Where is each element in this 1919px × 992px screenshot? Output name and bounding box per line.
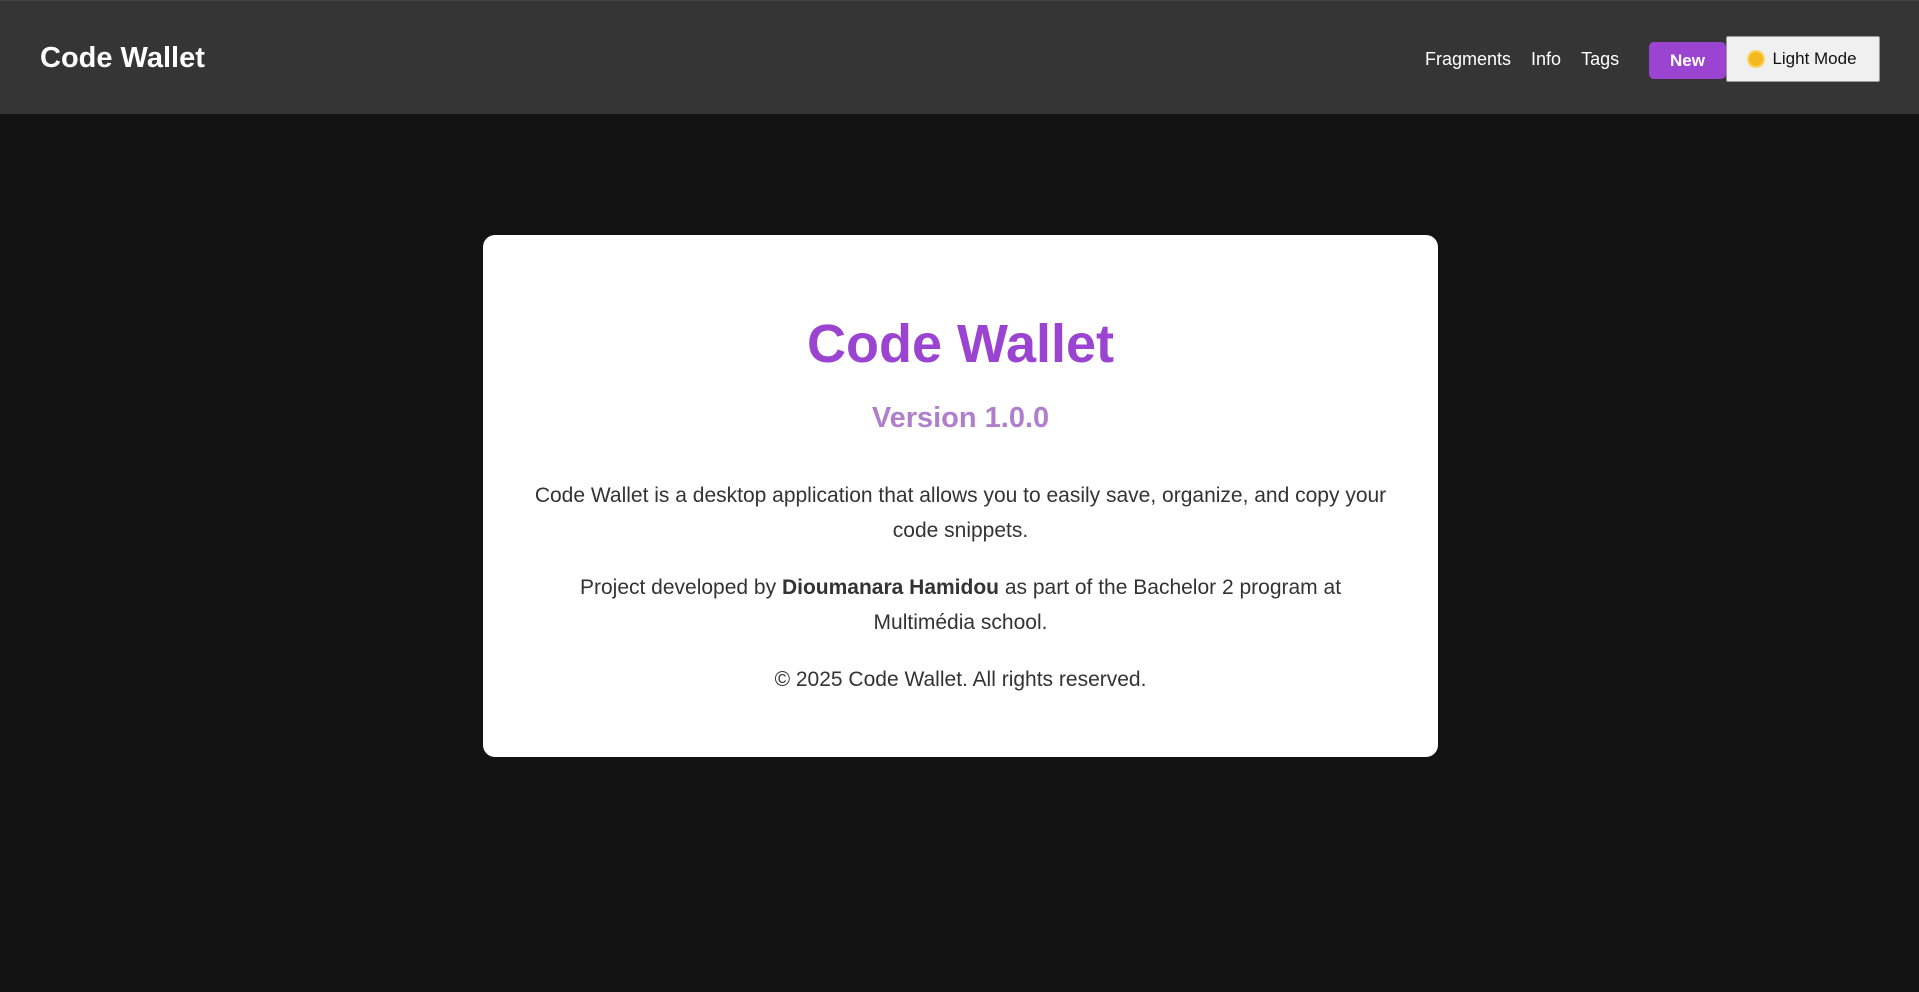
- theme-toggle-button[interactable]: Light Mode: [1726, 36, 1880, 82]
- nav-link-fragments[interactable]: Fragments: [1425, 41, 1511, 77]
- about-card: Code Wallet Version 1.0.0 Code Wallet is…: [483, 235, 1438, 757]
- app-brand[interactable]: Code Wallet: [40, 41, 205, 75]
- version-label: Version 1.0.0: [871, 402, 1050, 434]
- credit-text: Project developed by Dioumanara Hamidou …: [533, 570, 1388, 640]
- sun-icon: [1749, 52, 1764, 66]
- nav-link-tags[interactable]: Tags: [1581, 41, 1619, 77]
- top-navbar: Code Wallet Fragments Info Tags New Ligh…: [0, 0, 1919, 114]
- credit-prefix: Project developed by: [579, 576, 777, 599]
- app-description: Code Wallet is a desktop application tha…: [534, 484, 1387, 542]
- new-fragment-button[interactable]: New: [1649, 42, 1726, 79]
- credit-author: Dioumanara Hamidou: [781, 576, 999, 599]
- main-nav: Fragments Info Tags: [1425, 41, 1619, 77]
- nav-link-info[interactable]: Info: [1531, 41, 1561, 77]
- theme-toggle-label: Light Mode: [1772, 49, 1857, 68]
- copyright-text: © 2025 Code Wallet. All rights reserved.: [774, 668, 1147, 691]
- about-title: Code Wallet: [806, 314, 1115, 374]
